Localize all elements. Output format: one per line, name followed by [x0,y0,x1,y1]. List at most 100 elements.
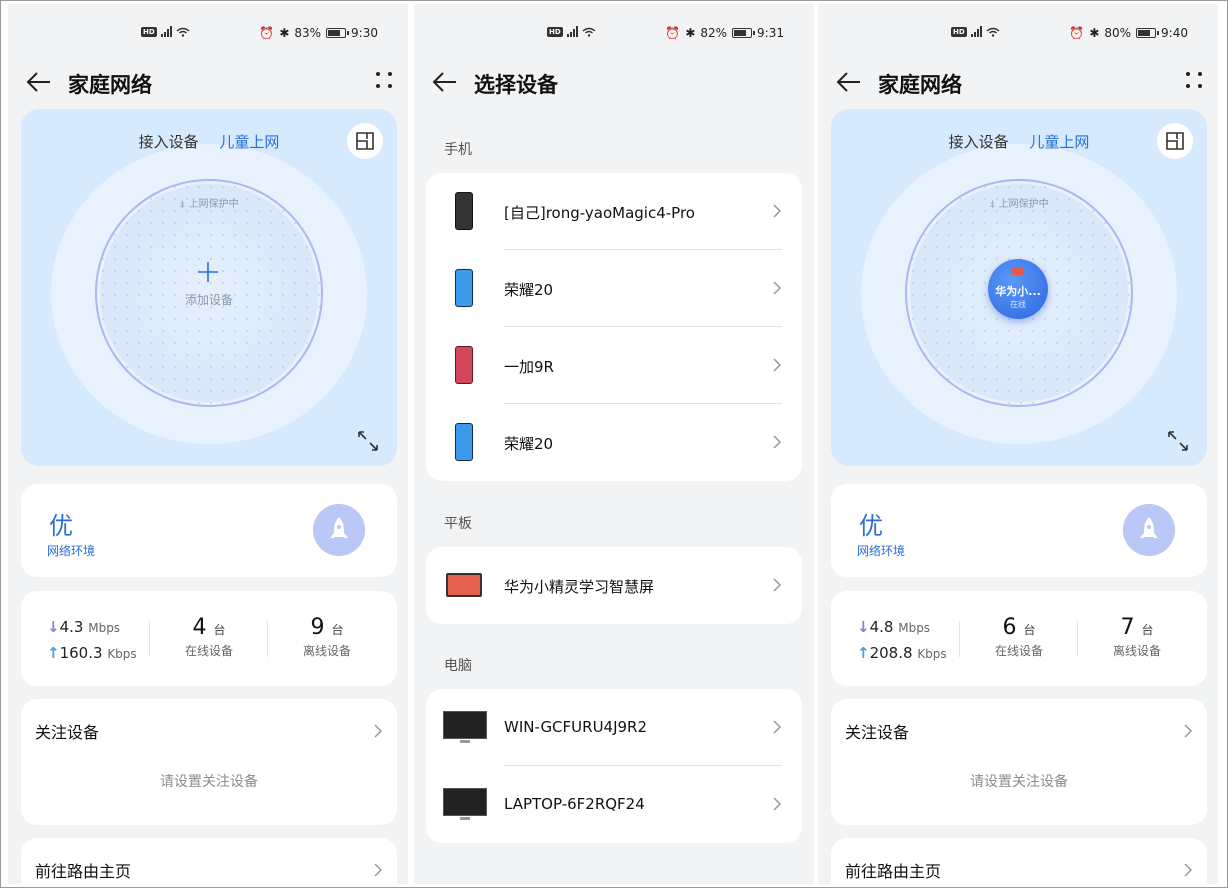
offline-devices-stat[interactable]: 9 台 离线设备 [272,615,382,659]
online-devices-stat[interactable]: 6 台 在线设备 [964,615,1074,659]
phone-list: [自己]rong-yaoMagic4-Pro 荣耀20 一加9R 荣耀20 [426,173,802,481]
quality-label: 网络环境 [47,544,96,558]
upload-arrow-icon: ↑ [47,644,60,662]
followed-devices-title: 关注设备 [35,723,100,742]
status-bar: HD ⏰ ✱ 82% 9:31 [414,26,814,42]
device-radar-card: 接入设备 儿童上网 ⍋ 上网保护中 添加设备 [21,109,397,466]
list-item[interactable]: 一加9R [426,327,802,404]
alarm-icon: ⏰ [259,26,275,40]
list-item[interactable]: LAPTOP-6F2RQF24 [426,766,802,843]
download-speed: 4.8 [869,618,894,636]
app-header: 家庭网络 [818,64,1218,104]
page-title: 选择设备 [474,73,558,97]
protection-text: 上网保护中 [188,199,239,210]
tab-access-devices[interactable]: 接入设备 [949,133,1009,151]
monitor-icon [443,711,487,743]
download-unit: Mbps [88,621,121,635]
device-bubble[interactable]: 华为小... 在线 [988,259,1048,319]
upload-speed: 208.8 [869,644,913,662]
followed-devices-hint[interactable]: 请设置关注设备 [21,771,397,791]
phone-icon [455,346,473,384]
upload-unit: Kbps [107,647,137,661]
list-item[interactable]: [自己]rong-yaoMagic4-Pro [426,173,802,250]
page-title: 家庭网络 [878,73,962,97]
device-name: 一加9R [504,358,554,376]
router-home-card[interactable]: 前往路由主页 [21,838,397,884]
followed-devices-card[interactable]: 关注设备 请设置关注设备 [831,699,1207,825]
more-dots-icon[interactable] [374,70,394,90]
list-item[interactable]: 华为小精灵学习智慧屏 [426,547,802,624]
plus-icon[interactable] [197,261,219,283]
online-count: 6 [1002,615,1017,640]
expand-icon[interactable] [1167,430,1189,452]
screen-select-device: HD ⏰ ✱ 82% 9:31 选择设备 手机 [自己]rong-yaoMagi… [414,4,814,884]
offline-label: 离线设备 [1112,644,1161,658]
chevron-right-icon[interactable] [373,723,383,739]
network-quality-card[interactable]: 优 网络环境 [831,484,1207,577]
chevron-right-icon[interactable] [1183,862,1193,878]
add-device-label[interactable]: 添加设备 [21,291,397,308]
hd-icon: HD [141,26,157,37]
back-arrow-icon[interactable] [26,70,52,94]
back-arrow-icon[interactable] [432,70,458,94]
online-label: 在线设备 [994,644,1043,658]
device-name: 荣耀20 [504,435,554,453]
offline-count: 9 [310,615,325,640]
divider [267,621,268,657]
offline-devices-stat[interactable]: 7 台 离线设备 [1082,615,1192,659]
chevron-right-icon [773,578,782,592]
chevron-right-icon [773,797,782,811]
clock: 9:31 [757,26,784,40]
layout-switch-icon[interactable] [1157,123,1193,159]
battery-percent: 80% [1104,26,1132,40]
upload-unit: Kbps [917,647,947,661]
bluetooth-icon: ✱ [1089,26,1100,40]
wifi-icon [986,27,1000,37]
tablet-icon [446,573,482,597]
router-home-card[interactable]: 前往路由主页 [831,838,1207,884]
phone-icon [455,423,473,461]
followed-devices-hint[interactable]: 请设置关注设备 [831,771,1207,791]
shield-icon: ⍋ [989,199,999,210]
list-item[interactable]: 荣耀20 [426,250,802,327]
list-item[interactable]: WIN-GCFURU4J9R2 [426,689,802,766]
followed-devices-card[interactable]: 关注设备 请设置关注设备 [21,699,397,825]
back-arrow-icon[interactable] [836,70,862,94]
expand-icon[interactable] [357,430,379,452]
device-name: [自己]rong-yaoMagic4-Pro [504,204,695,222]
online-devices-stat[interactable]: 4 台 在线设备 [154,615,264,659]
offline-count: 7 [1120,615,1135,640]
chevron-right-icon [773,358,782,372]
quality-grade: 优 [859,512,883,540]
network-quality-card[interactable]: 优 网络环境 [21,484,397,577]
divider [1077,621,1078,657]
device-name: 荣耀20 [504,281,554,299]
online-unit: 台 [213,623,226,637]
battery-percent: 82% [700,26,728,40]
tab-kids-online[interactable]: 儿童上网 [1029,133,1089,151]
divider [959,621,960,657]
hero-tabs: 接入设备 儿童上网 [831,131,1207,152]
page-title: 家庭网络 [68,73,152,97]
list-item[interactable]: 荣耀20 [426,404,802,481]
clock: 9:40 [1161,26,1188,40]
hd-icon: HD [547,26,563,37]
protection-status: ⍋ 上网保护中 [831,195,1207,210]
chevron-right-icon[interactable] [373,862,383,878]
phone-icon [455,269,473,307]
more-dots-icon[interactable] [1184,70,1204,90]
chevron-right-icon[interactable] [1183,723,1193,739]
online-count: 4 [192,615,207,640]
wifi-icon [176,27,190,37]
wifi-icon [582,27,596,37]
layout-switch-icon[interactable] [347,123,383,159]
followed-devices-title: 关注设备 [845,723,910,742]
tab-access-devices[interactable]: 接入设备 [139,133,199,151]
rocket-icon[interactable] [313,504,365,556]
phone-icon [455,192,473,230]
tab-kids-online[interactable]: 儿童上网 [219,133,279,151]
download-unit: Mbps [898,621,931,635]
screen-home-network-2: HD ⏰ ✱ 80% 9:40 家庭网络 接入设备 儿童上网 ⍋ 上网保护中 华… [818,4,1218,884]
quality-grade: 优 [49,512,73,540]
rocket-icon[interactable] [1123,504,1175,556]
